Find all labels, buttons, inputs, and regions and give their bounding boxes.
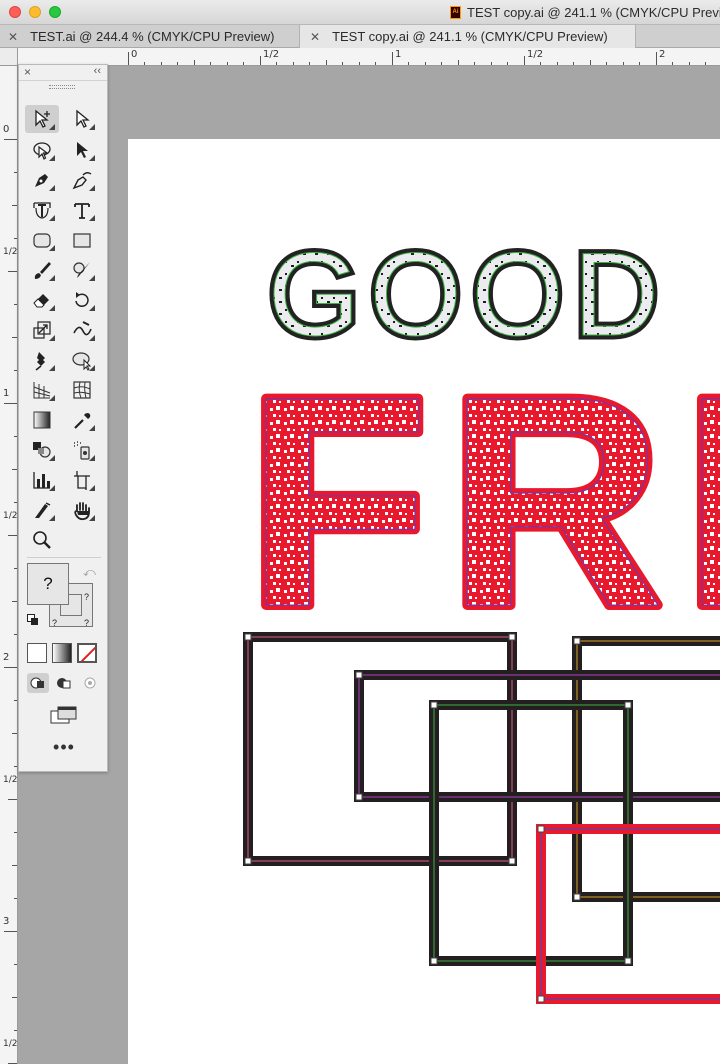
ruler-label: 1/2 — [527, 49, 544, 60]
stroke-label: ? — [84, 618, 90, 628]
screen-mode-icon[interactable] — [49, 705, 79, 727]
tab-test-ai[interactable]: ✕ TEST.ai @ 244.4 % (CMYK/CPU Preview) — [8, 25, 300, 48]
paintbrush-icon[interactable] — [25, 256, 59, 284]
ruler-label: 2 — [659, 49, 666, 60]
illustrator-document-icon: Ai — [450, 6, 461, 19]
mesh-icon[interactable] — [65, 376, 99, 404]
horizontal-ruler[interactable]: 0 1/2 1 1/2 2 — [18, 48, 720, 66]
ruler-label: 1 — [395, 49, 402, 60]
direct-selection-icon[interactable] — [65, 105, 99, 133]
tools-panel[interactable]: × ‹‹ ? ? ? ? ⤺ ••• — [18, 64, 108, 772]
window-minimize-button[interactable] — [29, 6, 41, 18]
perspective-grid-icon[interactable] — [25, 376, 59, 404]
column-graph-icon[interactable] — [25, 466, 59, 494]
gradient-icon[interactable] — [25, 406, 59, 434]
rotate-icon[interactable] — [65, 286, 99, 314]
window-titlebar: Ai TEST copy.ai @ 241.1 % (CMYK/CPU Prev… — [0, 0, 720, 25]
tab-test-copy-ai[interactable]: ✕ TEST copy.ai @ 241.1 % (CMYK/CPU Previ… — [300, 25, 636, 48]
group-selection-icon[interactable] — [65, 136, 99, 164]
window-close-button[interactable] — [9, 6, 21, 18]
artboard[interactable]: GOOD GOOD GOOD FRI FRI FRI — [128, 139, 720, 1064]
draw-inside-icon[interactable] — [79, 673, 101, 693]
shaper-icon[interactable] — [65, 256, 99, 284]
window-title: Ai TEST copy.ai @ 241.1 % (CMYK/CPU Prev… — [450, 5, 720, 20]
ruler-label: 0 — [3, 124, 10, 135]
pen-icon[interactable] — [25, 166, 59, 194]
window-zoom-button[interactable] — [49, 6, 61, 18]
blend-icon[interactable] — [25, 436, 59, 464]
fri-text-outline[interactable]: FRI FRI FRI — [241, 328, 720, 674]
default-fill-stroke-icon[interactable] — [27, 613, 39, 625]
ruler-label: 0 — [131, 49, 138, 60]
gradient-button[interactable] — [52, 643, 72, 663]
stroke-label: ? — [84, 592, 90, 602]
toolbar-separator — [27, 557, 101, 558]
area-type-icon[interactable] — [25, 196, 59, 224]
document-tab-bar: ✕ TEST.ai @ 244.4 % (CMYK/CPU Preview) ✕… — [0, 25, 720, 48]
hand-icon[interactable] — [65, 496, 99, 524]
zoom-icon[interactable] — [25, 526, 59, 554]
puppet-warp-icon[interactable] — [25, 346, 59, 374]
stroke-label: ? — [52, 618, 58, 628]
free-transform-icon[interactable] — [65, 346, 99, 374]
ruler-label: 1/2 — [3, 775, 18, 785]
tab-label: TEST copy.ai @ 241.1 % (CMYK/CPU Preview… — [332, 29, 608, 44]
rectangle-icon[interactable] — [65, 226, 99, 254]
artboard-select-icon[interactable] — [25, 105, 59, 133]
scale-icon[interactable] — [25, 316, 59, 344]
rectangle-3-selection-path — [358, 674, 720, 798]
ruler-label: 1/2 — [3, 247, 18, 257]
artwork[interactable]: GOOD GOOD GOOD FRI FRI FRI — [128, 139, 720, 1064]
ruler-origin[interactable] — [0, 48, 18, 66]
type-icon[interactable] — [65, 196, 99, 224]
panel-collapse-icon[interactable]: ‹‹ — [94, 65, 101, 77]
rectangle-group[interactable] — [243, 632, 720, 1004]
window-title-text: TEST copy.ai @ 241.1 % (CMYK/CPU Preview… — [467, 5, 720, 20]
draw-behind-icon[interactable] — [53, 673, 75, 693]
curvature-icon[interactable] — [65, 166, 99, 194]
vertical-ruler[interactable]: 0 1/2 1 1/2 2 1/2 3 1/2 — [0, 66, 18, 1064]
panel-close-icon[interactable]: × — [24, 65, 31, 79]
symbol-sprayer-icon[interactable] — [65, 436, 99, 464]
black-rectangle-3 — [354, 670, 720, 802]
color-button[interactable] — [27, 643, 47, 663]
magic-wand-icon[interactable] — [25, 136, 59, 164]
tools-panel-header[interactable]: × ‹‹ — [19, 65, 107, 81]
edit-toolbar-button[interactable]: ••• — [49, 738, 79, 756]
ruler-label: 1/2 — [263, 49, 280, 60]
slice-icon[interactable] — [25, 496, 59, 524]
panel-grip[interactable] — [49, 85, 75, 89]
tab-close-icon[interactable]: ✕ — [310, 30, 320, 44]
fill-swatch[interactable]: ? — [27, 563, 69, 605]
tab-label: TEST.ai @ 244.4 % (CMYK/CPU Preview) — [30, 29, 275, 44]
tab-close-icon[interactable]: ✕ — [8, 30, 18, 44]
ruler-label: 1/2 — [3, 511, 18, 521]
artboard-icon[interactable] — [65, 466, 99, 494]
swap-fill-stroke-icon[interactable]: ⤺ — [83, 565, 96, 580]
ruler-label: 1 — [3, 388, 10, 399]
document-canvas[interactable]: GOOD GOOD GOOD FRI FRI FRI — [18, 66, 720, 1064]
rounded-rectangle-icon[interactable] — [25, 226, 59, 254]
ruler-label: 3 — [3, 916, 10, 927]
eraser-icon[interactable] — [25, 286, 59, 314]
fri-text-selection-path: FRI — [246, 333, 720, 669]
warp-icon[interactable] — [65, 316, 99, 344]
ruler-label: 1/2 — [3, 1039, 18, 1049]
eyedropper-icon[interactable] — [65, 406, 99, 434]
ruler-label: 2 — [3, 652, 10, 663]
none-button[interactable] — [77, 643, 97, 663]
draw-normal-icon[interactable] — [27, 673, 49, 693]
